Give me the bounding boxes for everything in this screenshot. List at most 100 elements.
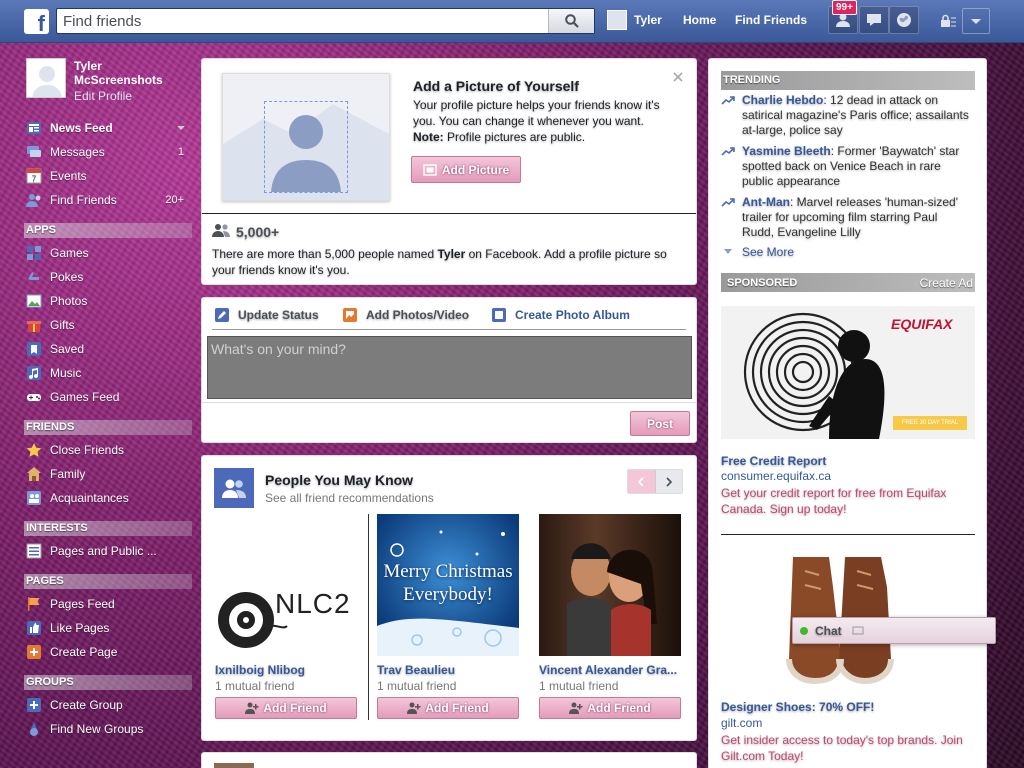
account-menu-button[interactable] xyxy=(962,8,990,34)
nav-avatar[interactable] xyxy=(607,10,627,30)
friend-requests-icon xyxy=(836,13,850,27)
pymk-prev-button[interactable] xyxy=(628,470,655,493)
profile-name[interactable]: Tyler McScreenshots xyxy=(74,59,192,87)
pymk-mutual-friends[interactable]: 1 mutual friend xyxy=(377,679,519,693)
tab-add-photos[interactable]: Add Photos/Video xyxy=(342,307,469,323)
add-friend-label: Add Friend xyxy=(587,701,651,715)
family-icon xyxy=(26,466,42,482)
search-button[interactable] xyxy=(548,9,594,33)
pymk-person-name[interactable]: Vincent Alexander Gra... xyxy=(539,663,681,677)
pymk-divider xyxy=(368,514,369,720)
chevron-down-icon[interactable] xyxy=(176,123,186,133)
trending-item[interactable]: Yasmine Bleeth: Former 'Baywatch' star s… xyxy=(721,144,971,189)
sidebar-item-find-groups[interactable]: Find New Groups xyxy=(24,717,192,741)
ad-domain[interactable]: gilt.com xyxy=(721,716,762,730)
nav-find-friends-link[interactable]: Find Friends xyxy=(735,13,807,27)
trending-topic[interactable]: Ant-Man xyxy=(742,195,790,209)
equifax-ad-image[interactable]: EQUIFAX FREE 30 DAY TRIAL xyxy=(721,306,975,439)
pymk-mutual-friends[interactable]: 1 mutual friend xyxy=(215,679,357,693)
see-more-link[interactable]: See More xyxy=(723,245,794,259)
sidebar-item-find-friends[interactable]: Find Friends 20+ xyxy=(24,188,192,212)
ad-domain[interactable]: consumer.equifax.ca xyxy=(721,469,831,483)
add-picture-button[interactable]: Add Picture xyxy=(411,156,521,183)
sidebar-item-acquaintances[interactable]: Acquaintances xyxy=(24,486,192,510)
pymk-person-name[interactable]: Ixnilboig Nlibog xyxy=(215,663,357,677)
pymk-mutual-friends[interactable]: 1 mutual friend xyxy=(539,679,681,693)
nav-user-link[interactable]: Tyler xyxy=(634,13,662,27)
pymk-title[interactable]: People You May Know xyxy=(265,472,413,488)
sidebar-item-games[interactable]: Games xyxy=(24,241,192,265)
sidebar-item-saved[interactable]: Saved xyxy=(24,337,192,361)
add-friend-button[interactable]: Add Friend xyxy=(539,697,681,719)
create-ad-link[interactable]: Create Ad xyxy=(920,276,973,290)
tab-create-album[interactable]: Create Photo Album xyxy=(491,307,630,323)
nav-home-link[interactable]: Home xyxy=(683,13,716,27)
sidebar-item-gifts[interactable]: Gifts xyxy=(24,313,192,337)
find-groups-icon xyxy=(26,721,42,737)
trending-item[interactable]: Charlie Hebdo: 12 dead in attack on sati… xyxy=(721,93,971,138)
sidebar-item-photos[interactable]: Photos xyxy=(24,289,192,313)
sidebar-item-create-page[interactable]: Create Page xyxy=(24,640,192,664)
ad-title[interactable]: Designer Shoes: 70% OFF! xyxy=(721,700,874,714)
pymk-person-photo[interactable]: Merry Christmas Everybody! xyxy=(377,514,519,656)
sidebar-item-close-friends[interactable]: Close Friends xyxy=(24,438,192,462)
notifications-button[interactable] xyxy=(889,6,919,34)
trending-topic[interactable]: Yasmine Bleeth xyxy=(742,144,831,158)
close-icon[interactable] xyxy=(672,71,684,83)
sidebar-item-events[interactable]: 7 Events xyxy=(24,164,192,188)
list-icon xyxy=(26,543,42,559)
trending-topic[interactable]: Charlie Hebdo xyxy=(742,93,823,107)
profile-picture-placeholder[interactable] xyxy=(222,73,390,201)
pymk-subtitle-link[interactable]: See all friend recommendations xyxy=(265,491,434,505)
sidebar-item-pokes[interactable]: Pokes xyxy=(24,265,192,289)
section-header-friends[interactable]: FRIENDS xyxy=(24,420,192,435)
sidebar-item-family[interactable]: Family xyxy=(24,462,192,486)
story-avatar[interactable] xyxy=(214,763,254,768)
profile-picture[interactable] xyxy=(26,58,66,98)
status-input[interactable]: What's on your mind? xyxy=(207,336,692,399)
trending-item[interactable]: Ant-Man: Marvel releases 'human-sized' t… xyxy=(721,195,971,240)
privacy-shortcuts-icon[interactable] xyxy=(940,14,956,28)
add-friend-button[interactable]: Add Friend xyxy=(215,697,357,719)
sidebar-item-news-feed[interactable]: News Feed xyxy=(24,116,192,140)
post-button[interactable]: Post xyxy=(630,411,690,436)
section-header-interests[interactable]: INTERESTS xyxy=(24,521,192,536)
photo-frame-icon xyxy=(423,163,437,176)
sidebar-item-label: Create Group xyxy=(50,698,123,712)
sidebar-item-pages-feed[interactable]: Pages Feed xyxy=(24,592,192,616)
section-header-apps[interactable]: APPS xyxy=(24,223,192,238)
sidebar-item-messages[interactable]: Messages 1 xyxy=(24,140,192,164)
sidebar-item-pages-public[interactable]: Pages and Public ... xyxy=(24,539,192,563)
trending-arrow-icon xyxy=(721,198,735,207)
sidebar-item-music[interactable]: Music xyxy=(24,361,192,385)
pymk-person-name[interactable]: Trav Beaulieu xyxy=(377,663,519,677)
sidebar-item-label: Acquaintances xyxy=(50,491,129,505)
tab-update-status[interactable]: Update Status xyxy=(214,307,319,323)
section-header-pages[interactable]: PAGES xyxy=(24,574,192,589)
add-friend-button[interactable]: Add Friend xyxy=(377,697,519,719)
add-friend-icon xyxy=(245,702,259,714)
section-header-groups[interactable]: GROUPS xyxy=(24,675,192,690)
right-column: TRENDING Charlie Hebdo: 12 dead in attac… xyxy=(708,58,987,768)
sidebar-item-like-pages[interactable]: Like Pages xyxy=(24,616,192,640)
nlc2-logo-text: NLC2 xyxy=(275,588,351,619)
pymk-person-photo[interactable] xyxy=(539,514,681,656)
search-input[interactable] xyxy=(63,12,543,31)
sidebar-item-games-feed[interactable]: Games Feed xyxy=(24,385,192,409)
trending-arrow-icon xyxy=(721,147,735,156)
chat-options-icon[interactable] xyxy=(852,626,864,636)
sidebar-item-create-group[interactable]: Create Group xyxy=(24,693,192,717)
ad-description: Get your credit report for free from Equ… xyxy=(721,486,947,516)
messages-button[interactable] xyxy=(859,6,889,34)
facebook-logo[interactable]: f xyxy=(24,9,49,34)
pymk-person-card: Merry Christmas Everybody! Trav Beaulieu… xyxy=(377,514,519,719)
top-bar: f Tyler Home Find Friends 99+ xyxy=(0,0,1024,43)
edit-profile-link[interactable]: Edit Profile xyxy=(74,89,132,103)
acquaintances-icon xyxy=(26,490,42,506)
pymk-next-button[interactable] xyxy=(654,470,682,493)
christmas-line-1: Merry Christmas xyxy=(383,561,513,582)
ad-title[interactable]: Free Credit Report xyxy=(721,454,826,468)
pymk-person-photo[interactable]: NLC2 xyxy=(215,514,357,656)
equifax-brand-text: EQUIFAX xyxy=(891,316,953,332)
chat-bar[interactable]: Chat xyxy=(792,617,996,644)
